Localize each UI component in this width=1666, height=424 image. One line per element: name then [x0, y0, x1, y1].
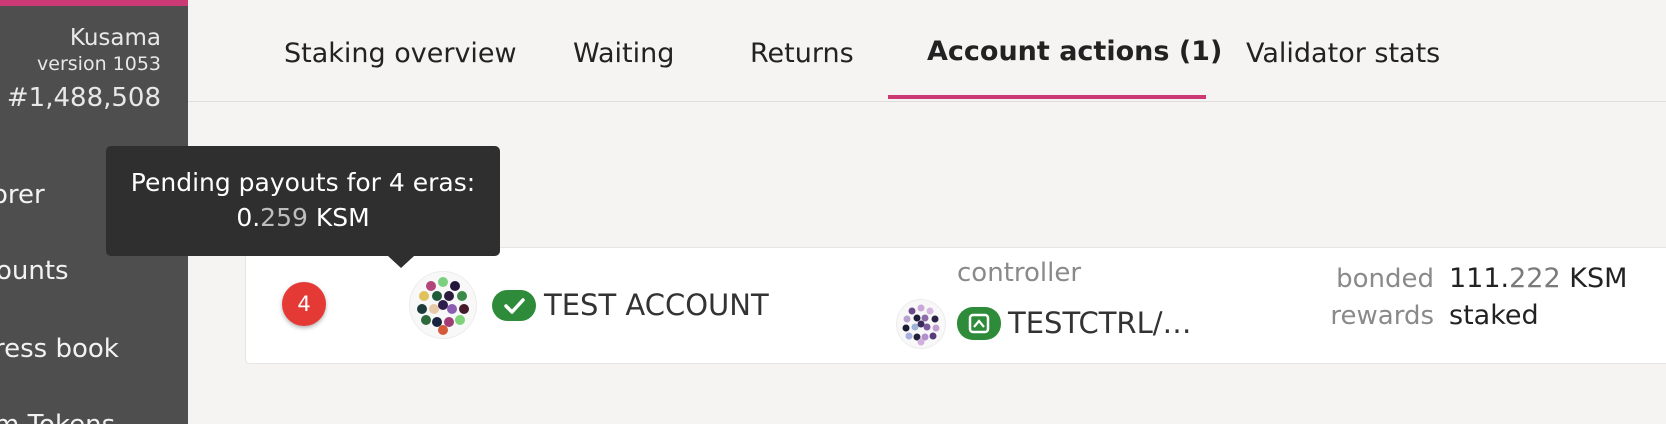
bonded-value: 111.222 KSM — [1449, 263, 1627, 294]
tab-staking-overview[interactable]: Staking overview — [284, 38, 517, 69]
tooltip-arrow — [388, 256, 414, 268]
chain-name: Kusama — [69, 25, 161, 51]
shield-icon — [968, 313, 990, 334]
chain-info: Kusama version 1053 #1,488,508 — [7, 24, 161, 116]
bonded-unit: KSM — [1569, 263, 1628, 294]
sidebar-item-tokens[interactable]: m Tokens — [0, 410, 115, 424]
rewards-label: rewards — [1330, 301, 1434, 331]
identicon-dots — [417, 277, 469, 335]
tooltip-amount: 0.259 KSM — [106, 203, 500, 232]
tab-validator-stats[interactable]: Validator stats — [1246, 38, 1440, 69]
bonded-label: bonded — [1336, 264, 1434, 294]
account-name[interactable]: TEST ACCOUNT — [544, 288, 769, 322]
tab-account-actions[interactable]: Account actions (1) — [927, 36, 1222, 67]
tooltip-amount-dec: 259 — [260, 203, 308, 232]
sidebar-accent-bar — [0, 0, 188, 6]
identity-verified-check — [492, 290, 536, 321]
stash-identicon[interactable] — [410, 272, 476, 338]
sidebar-item-accounts[interactable]: ounts — [0, 256, 69, 286]
tab-bar: Staking overview Waiting Returns Account… — [188, 0, 1666, 102]
tab-waiting[interactable]: Waiting — [573, 38, 674, 69]
controller-identicon-dots — [902, 304, 940, 346]
controller-identity-badge — [957, 307, 1001, 340]
tab-returns[interactable]: Returns — [750, 38, 854, 69]
bonded-dec: 222 — [1509, 263, 1561, 294]
pending-payouts-tooltip: Pending payouts for 4 eras: 0.259 KSM — [106, 146, 500, 268]
controller-identicon[interactable] — [897, 300, 945, 348]
rewards-value: staked — [1449, 300, 1539, 331]
tooltip-title: Pending payouts for 4 eras: — [130, 168, 476, 197]
controller-name[interactable]: TESTCTRL/… — [1008, 306, 1192, 340]
tooltip-amount-int: 0. — [236, 203, 261, 232]
sidebar-item-explorer[interactable]: orer — [0, 180, 45, 210]
bonded-int: 111. — [1449, 263, 1510, 294]
chain-version: version 1053 — [37, 53, 161, 75]
best-block: #1,488,508 — [6, 83, 161, 113]
check-icon — [504, 298, 525, 314]
active-tab-indicator — [888, 95, 1206, 99]
sidebar-item-address-book[interactable]: ress book — [0, 334, 119, 364]
pending-payouts-badge[interactable]: 4 — [282, 282, 326, 326]
tooltip-unit: KSM — [315, 203, 370, 232]
controller-label: controller — [957, 258, 1082, 288]
